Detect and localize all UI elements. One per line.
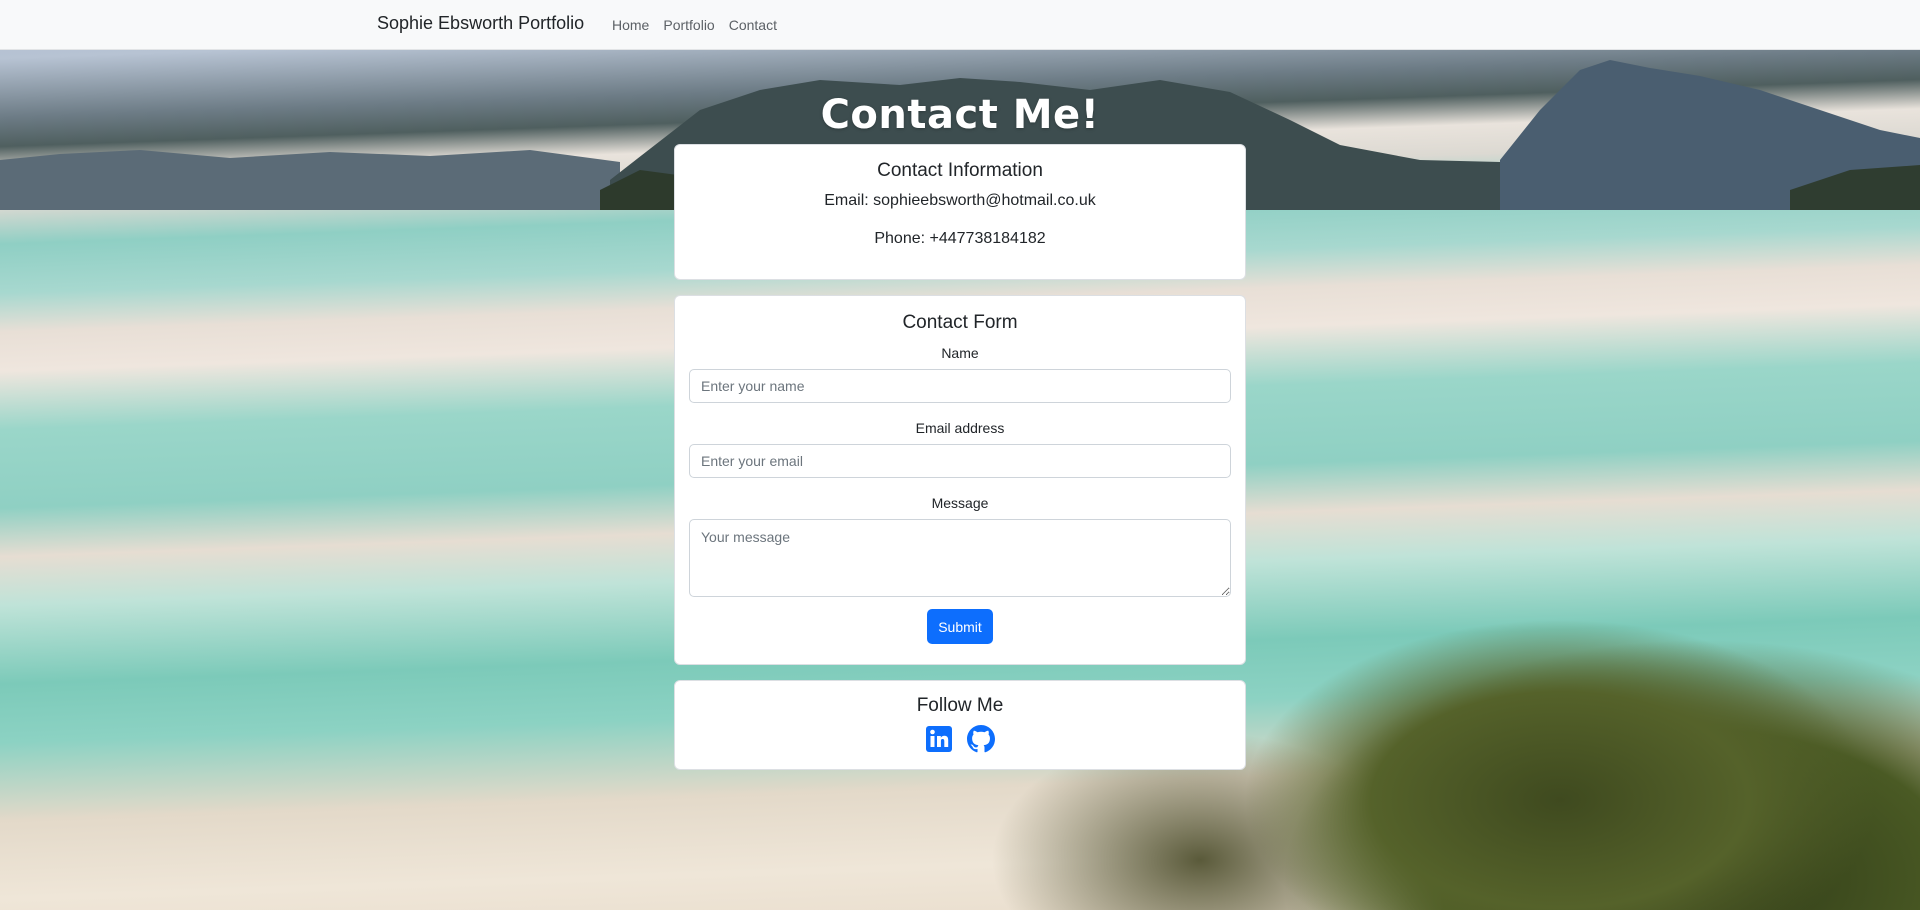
navbar-brand[interactable]: Sophie Ebsworth Portfolio bbox=[377, 13, 584, 34]
nav-link-portfolio[interactable]: Portfolio bbox=[663, 17, 714, 33]
linkedin-icon[interactable] bbox=[925, 725, 953, 753]
contact-form-card: Contact Form Name Email address Message … bbox=[674, 295, 1246, 665]
contact-information-card: Contact Information Email: sophieebswort… bbox=[674, 144, 1246, 280]
navbar: Sophie Ebsworth Portfolio Home Portfolio… bbox=[0, 0, 1920, 50]
submit-button[interactable]: Submit bbox=[927, 609, 993, 644]
contact-information-title: Contact Information bbox=[877, 160, 1043, 181]
contact-email: Email: sophieebsworth@hotmail.co.uk bbox=[824, 192, 1096, 209]
follow-me-card: Follow Me bbox=[674, 680, 1246, 770]
contact-phone: Phone: +447738184182 bbox=[874, 230, 1046, 247]
email-input[interactable] bbox=[689, 444, 1231, 478]
nav-link-contact[interactable]: Contact bbox=[729, 17, 777, 33]
message-label: Message bbox=[931, 495, 989, 511]
email-label: Email address bbox=[915, 420, 1005, 436]
follow-me-title: Follow Me bbox=[916, 695, 1004, 716]
contact-form-title: Contact Form bbox=[902, 312, 1018, 333]
message-textarea[interactable] bbox=[689, 519, 1231, 597]
github-icon[interactable] bbox=[967, 725, 995, 753]
page-title: Contact Me! bbox=[820, 92, 1100, 138]
social-links bbox=[675, 725, 1245, 753]
name-label: Name bbox=[941, 345, 979, 361]
nav-link-home[interactable]: Home bbox=[612, 17, 649, 33]
name-input[interactable] bbox=[689, 369, 1231, 403]
nav-links: Home Portfolio Contact bbox=[612, 17, 777, 33]
